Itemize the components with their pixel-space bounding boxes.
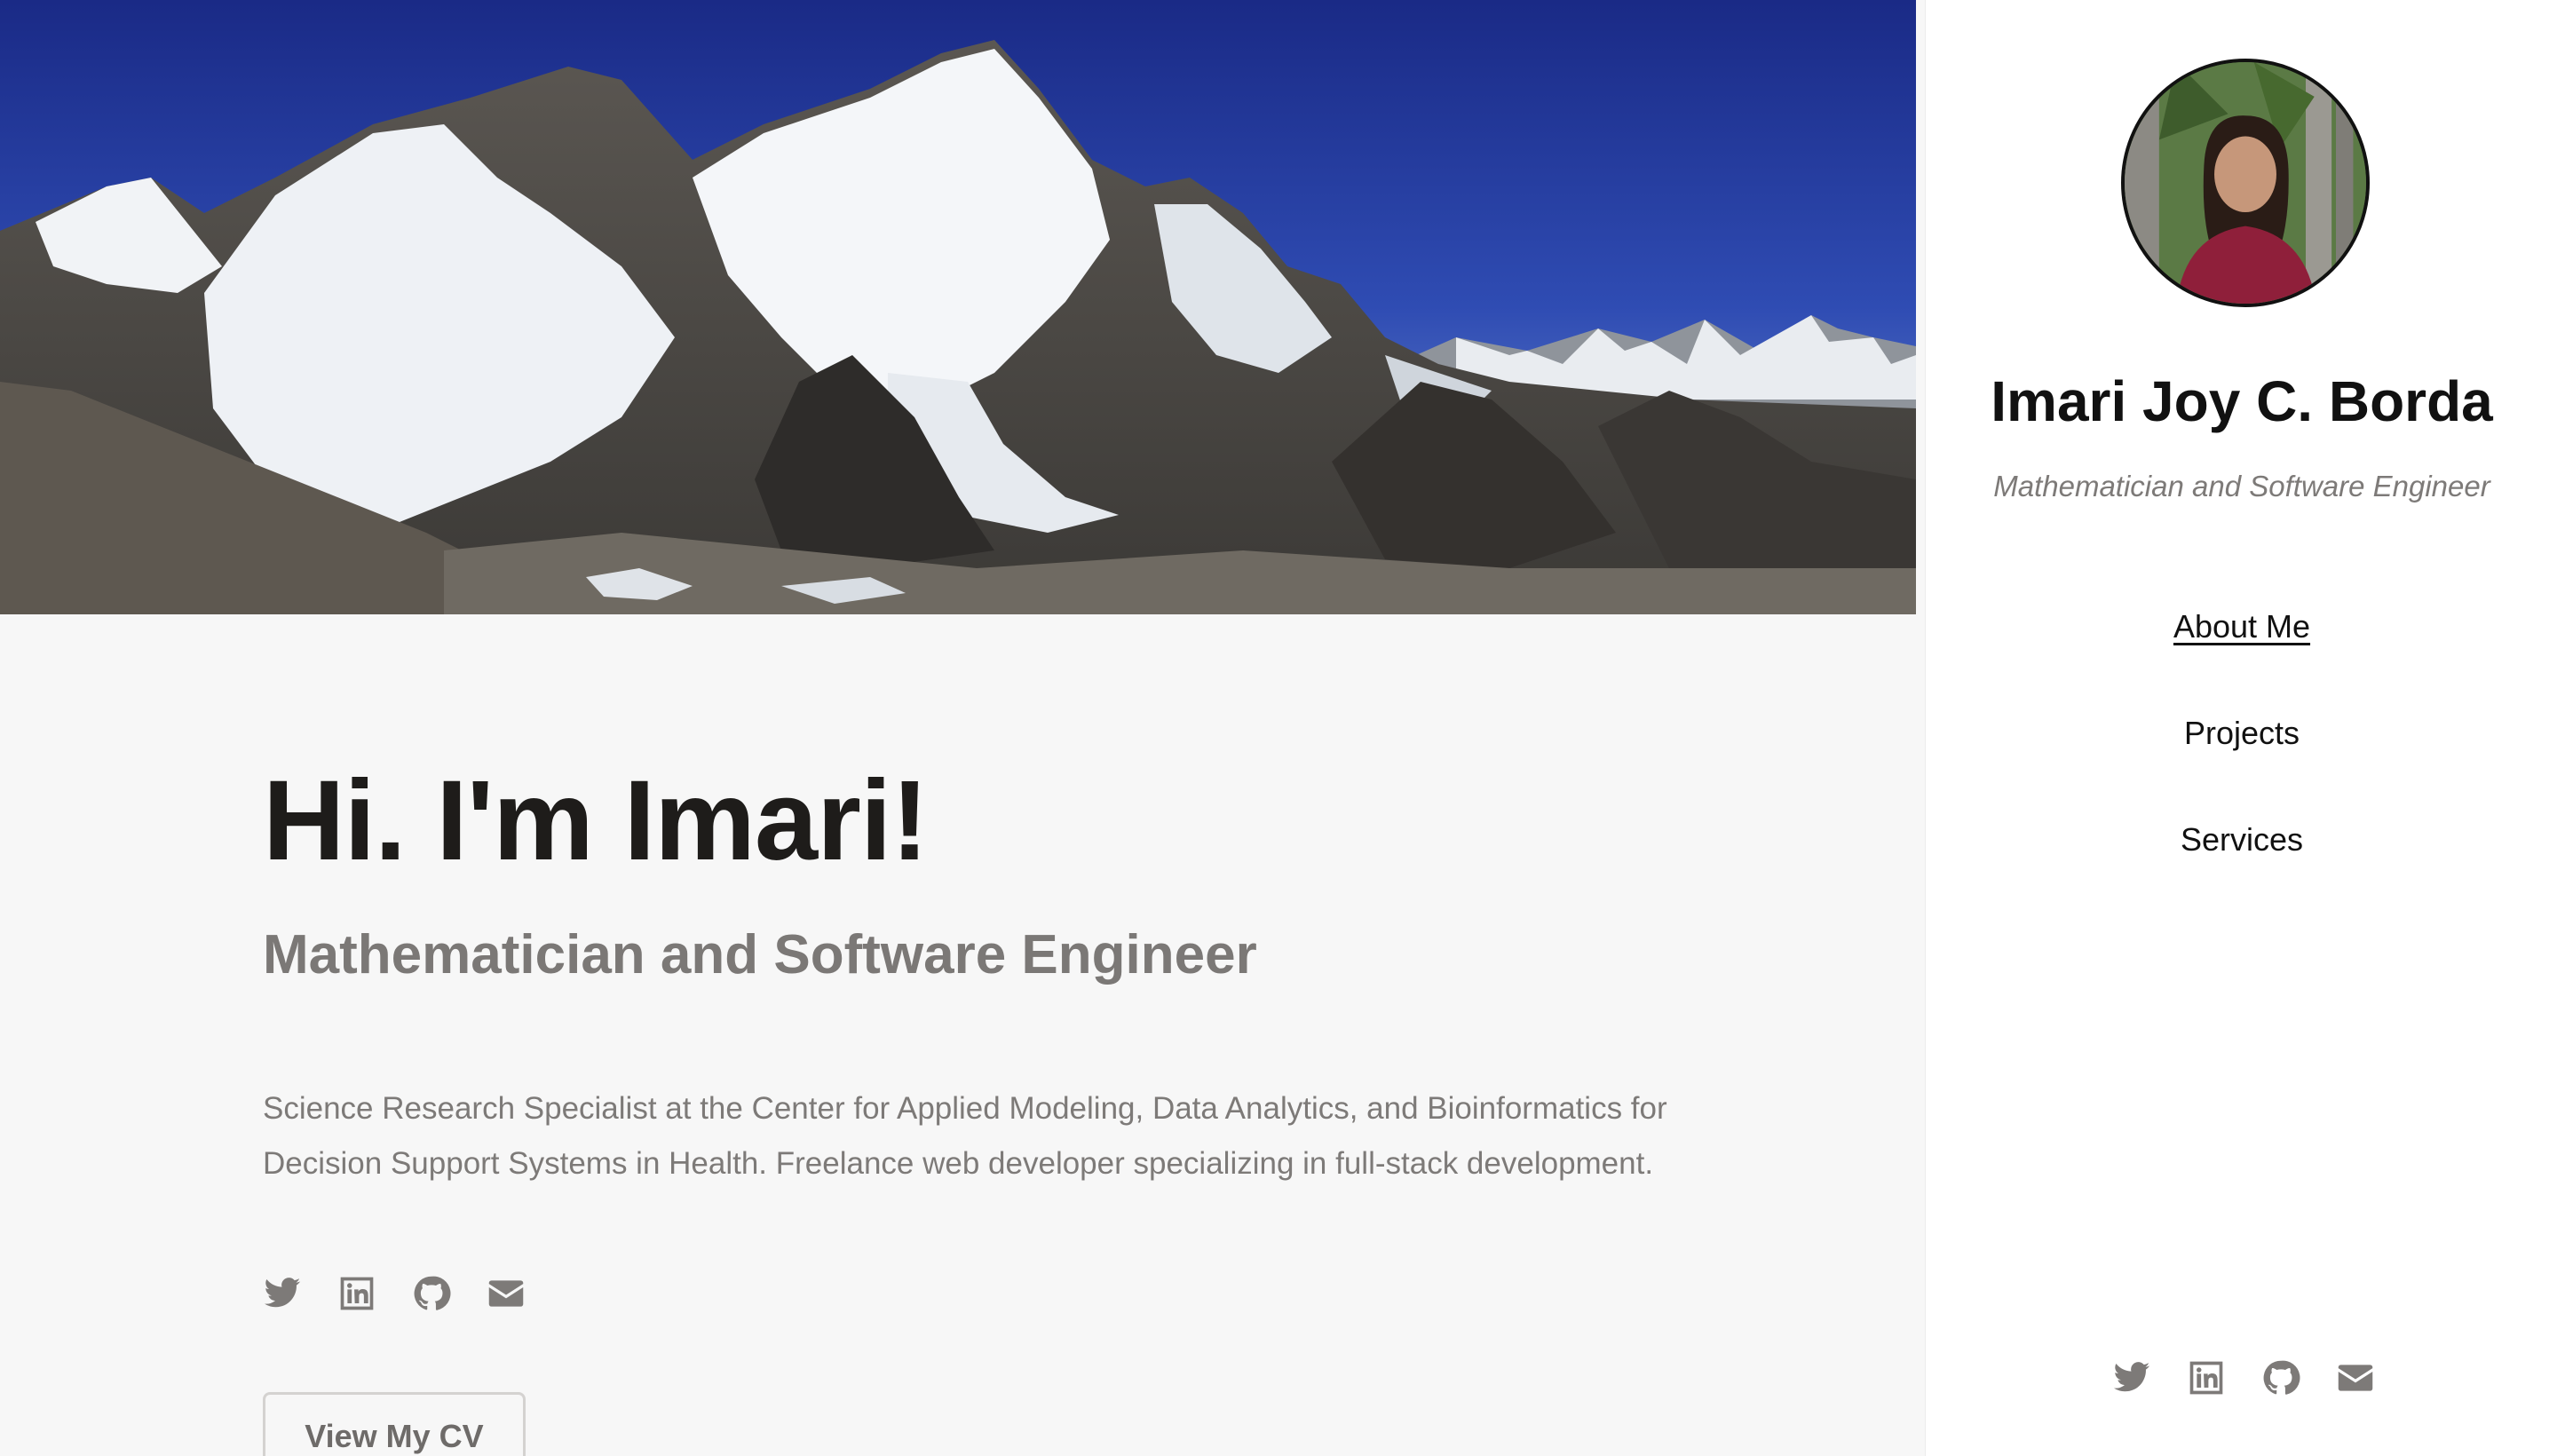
sidebar-role: Mathematician and Software Engineer [1993,470,2490,502]
nav-about-me[interactable]: About Me [1926,605,2557,648]
sidebar: Imari Joy C. Borda Mathematician and Sof… [1925,0,2557,1456]
profile-photo [2121,59,2370,307]
view-cv-button[interactable]: View My CV [263,1392,526,1456]
twitter-icon[interactable] [2112,1358,2151,1397]
hero-banner-image [0,0,1916,614]
github-icon[interactable] [2261,1358,2300,1397]
sidebar-nav: About Me Projects Services [1926,605,2557,925]
nav-services[interactable]: Services [1926,819,2557,861]
twitter-icon[interactable] [263,1274,302,1313]
email-icon[interactable] [487,1274,526,1313]
sidebar-social-links [2112,1358,2375,1397]
intro-description: Science Research Specialist at the Cente… [263,1091,1667,1181]
intro-subtitle: Mathematician and Software Engineer [263,924,1257,985]
linkedin-icon[interactable] [2187,1358,2226,1397]
email-icon[interactable] [2336,1358,2375,1397]
github-icon[interactable] [412,1274,451,1313]
linkedin-icon[interactable] [337,1274,376,1313]
intro-section: Hi. I'm Imari! Mathematician and Softwar… [263,755,1728,1191]
main-content: Hi. I'm Imari! Mathematician and Softwar… [0,0,1916,1456]
sidebar-name: Imari Joy C. Borda [1991,369,2493,433]
nav-projects[interactable]: Projects [1926,712,2557,755]
page: Hi. I'm Imari! Mathematician and Softwar… [0,0,2557,1456]
intro-heading: Hi. I'm Imari! [263,757,929,884]
main-social-links [263,1274,526,1313]
